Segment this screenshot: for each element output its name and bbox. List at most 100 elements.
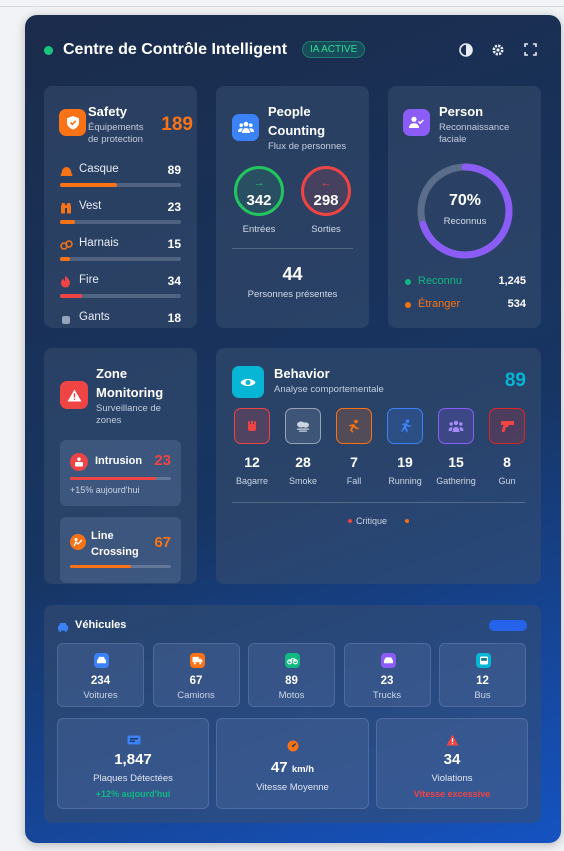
users-icon — [232, 114, 259, 141]
vehicle-type-camions[interactable]: 67 Camions — [152, 643, 240, 707]
shield-icon — [59, 109, 86, 136]
vehicle-type-value: 234 — [90, 675, 111, 687]
vehicle-type-value: 89 — [285, 675, 298, 687]
vehicle-type-motos[interactable]: 89 Motos — [248, 643, 335, 707]
safety-row-track — [60, 257, 181, 261]
violations-panel[interactable]: 34 Violations Vitesse excessive — [376, 718, 528, 809]
safety-row-value: 23 — [167, 200, 181, 214]
running-icon — [387, 408, 423, 444]
safety-row-label: Gants — [79, 311, 110, 323]
car-icon — [57, 620, 69, 632]
fullscreen-icon[interactable] — [523, 43, 537, 57]
behavior-item-value: 7 — [350, 454, 358, 470]
known-value: 1,245 — [498, 275, 526, 287]
present-value: 44 — [282, 264, 303, 284]
safety-total: 189 — [161, 114, 193, 135]
speed-readout: 47 km/h — [217, 759, 368, 776]
line-value: 67 — [154, 534, 171, 551]
speed-panel[interactable]: 47 km/h Vitesse Moyenne — [216, 718, 369, 809]
critical-dot — [348, 519, 352, 523]
exits-ring: ← 298 — [301, 166, 351, 216]
line-track — [70, 565, 171, 568]
vehicle-type-label: Motos — [278, 690, 305, 701]
gear-icon[interactable] — [491, 43, 505, 57]
behavior-item-running[interactable]: 19 Running — [381, 408, 429, 498]
zone-title-2: Monitoring — [96, 385, 164, 400]
vehicle-type-bus[interactable]: 12 Bus — [439, 643, 526, 707]
behavior-item-smoke[interactable]: 28 Smoke — [279, 408, 327, 498]
gun-icon — [489, 408, 525, 444]
safety-row-track — [60, 183, 181, 187]
behavior-card: Behavior Analyse comportementale 89 12 Ba… — [216, 348, 541, 584]
safety-row-casque[interactable]: Casque 89 — [60, 163, 181, 200]
plates-trend: +12% aujourd'hui — [95, 789, 171, 799]
behavior-item-value: 12 — [244, 454, 260, 470]
behavior-item-fall[interactable]: 7 Fall — [330, 408, 378, 498]
behavior-title: Behavior — [274, 366, 330, 381]
fire-icon — [60, 275, 73, 288]
speedometer-icon — [287, 739, 301, 753]
safety-row-vest[interactable]: Vest 23 — [60, 200, 181, 237]
safety-row-fill — [60, 294, 82, 298]
entries-value: 342 — [246, 192, 272, 209]
vehicle-type-label: Voitures — [83, 690, 118, 701]
divider — [232, 502, 525, 503]
behavior-item-gathering[interactable]: 15 Gathering — [432, 408, 480, 498]
safety-row-fill — [60, 220, 75, 224]
speed-unit: km/h — [291, 764, 315, 775]
status-dot — [44, 46, 53, 55]
entries-ring: → 342 — [234, 166, 284, 216]
safety-row-fire[interactable]: Fire 34 — [60, 274, 181, 311]
header: Centre de Contrôle Intelligent IA ACTIVE — [25, 15, 561, 85]
violations-note: Vitesse excessive — [413, 789, 491, 799]
safety-row-value: 89 — [167, 163, 181, 177]
plates-panel[interactable]: 1,847 Plaques Détectées +12% aujourd'hui — [57, 718, 209, 809]
unknown-value: 534 — [507, 298, 526, 310]
unknown-dot — [405, 302, 411, 308]
exits-label: Sorties — [311, 224, 341, 235]
vehicle-type-label: Bus — [474, 690, 491, 701]
recognition-percent: 70% — [448, 192, 482, 209]
safety-row-label: Vest — [79, 200, 102, 212]
people-subtitle: Flux de personnes — [268, 141, 347, 152]
safety-row-track — [60, 220, 181, 224]
warning-icon — [60, 381, 88, 409]
vehicle-type-trucks[interactable]: 23 Trucks — [343, 643, 431, 707]
person-subtitle-2: faciale — [439, 134, 467, 145]
entries-label: Entrées — [242, 224, 276, 235]
line-label-1: Line — [91, 530, 114, 542]
people-title-1: People — [268, 104, 311, 119]
people-counting-card: People Counting Flux de personnes → 342 … — [216, 86, 369, 328]
truck-icon — [189, 653, 205, 668]
gathering-icon — [438, 408, 474, 444]
vehicles-card: Véhicules 234 Voitures 67 Camions 89 Motos 23 T… — [44, 605, 541, 823]
people-title-2: Counting — [268, 123, 326, 138]
vehicle-type-voitures[interactable]: 234 Voitures — [57, 643, 144, 707]
line-crossing-panel[interactable]: Line Crossing 67 — [60, 517, 181, 583]
arrow-right-icon: → — [253, 177, 265, 189]
known-dot — [405, 279, 411, 285]
intrusion-panel[interactable]: Intrusion 23 +15% aujourd'hui — [60, 440, 181, 506]
dashboard-panel: Centre de Contrôle Intelligent IA ACTIVE… — [25, 15, 561, 843]
safety-row-track — [60, 294, 181, 298]
safety-row-gants[interactable]: Gants 18 — [60, 311, 181, 328]
safety-row-label: Harnais — [79, 237, 119, 249]
behavior-item-label: Gun — [498, 476, 516, 486]
theme-icon[interactable] — [459, 43, 473, 57]
behavior-item-bagarre[interactable]: 12 Bagarre — [228, 408, 276, 498]
safety-subtitle-1: Équipements — [88, 122, 144, 133]
person-title: Person — [439, 104, 484, 119]
vehicles-title: Véhicules — [75, 619, 127, 631]
ai-active-badge: IA ACTIVE — [302, 41, 366, 58]
arrow-left-icon: ← — [320, 177, 332, 189]
speed-value: 47 — [270, 759, 288, 776]
safety-card: Safety Équipements de protection 189 Cas… — [44, 86, 197, 328]
behavior-item-gun[interactable]: 8 Gun — [483, 408, 531, 498]
vehicle-type-label: Camions — [177, 690, 215, 701]
safety-row-harnais[interactable]: Harnais 15 — [60, 237, 181, 274]
unknown-label: Étranger — [418, 298, 461, 310]
page-title: Centre de Contrôle Intelligent — [63, 41, 288, 58]
plate-icon — [127, 733, 141, 747]
intrusion-trend: +15% aujourd'hui — [70, 485, 140, 495]
helmet-icon — [60, 164, 73, 177]
